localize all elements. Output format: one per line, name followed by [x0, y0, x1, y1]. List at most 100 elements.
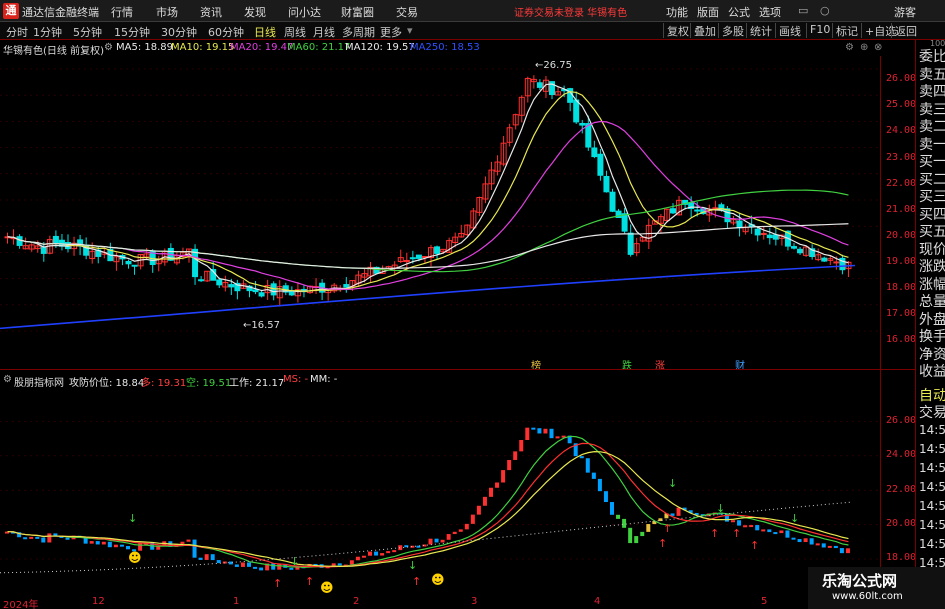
ma10-label: MA10: 19.15 — [171, 42, 235, 53]
stats-button[interactable]: 统计 — [746, 23, 772, 38]
settings-gear-icon[interactable]: ⚙ — [104, 42, 113, 53]
event-marker: 榜 — [531, 359, 541, 369]
indicator-bar — [210, 554, 215, 561]
y-tick: 26.00 — [886, 73, 917, 84]
indicator-bar — [737, 520, 742, 526]
menu-news[interactable]: 资讯 — [200, 4, 222, 20]
tick-time: 14:56 — [919, 442, 945, 456]
period-tab-1min[interactable]: 1分钟 — [33, 24, 62, 40]
menu-ask[interactable]: 问小达 — [288, 4, 321, 20]
candlestick-chart[interactable]: ←26.75 ←16.57 榜 跌 涨 财 — [0, 56, 880, 369]
menu-function[interactable]: 功能 — [666, 4, 688, 20]
indicator-bar — [126, 546, 130, 550]
indicator-bar — [591, 472, 596, 479]
adjust-button[interactable]: 复权 — [663, 23, 689, 38]
menu-market-list[interactable]: 市场 — [156, 4, 178, 20]
period-tab-weekly[interactable]: 周线 — [284, 24, 306, 40]
gear-icon[interactable]: ⚙ — [845, 42, 854, 53]
indicator-bar — [731, 520, 735, 523]
menu-formula[interactable]: 公式 — [728, 4, 750, 20]
multi-stock-button[interactable]: 多股 — [718, 23, 744, 38]
indicator-bar — [434, 538, 439, 543]
period-tab-multi[interactable]: 多周期 — [342, 24, 375, 40]
y-tick: 18.00 — [886, 282, 917, 293]
y-tick: 19.00 — [886, 256, 917, 267]
indicator-bar — [23, 537, 28, 540]
period-tab-60min[interactable]: 60分钟 — [208, 24, 244, 40]
indicator-bar — [428, 538, 433, 545]
indicator-gear-icon[interactable]: ⚙ — [3, 374, 12, 385]
back-button[interactable]: 返回 — [891, 23, 917, 38]
period-tab-daily[interactable]: 日线 — [254, 24, 276, 40]
draw-line-button[interactable]: 画线 — [775, 23, 801, 38]
sell-arrow: ↓ — [408, 559, 417, 572]
indicator-bar — [259, 567, 264, 571]
period-tab-more[interactable]: 更多 — [380, 24, 402, 40]
candle-body — [228, 284, 235, 288]
indicator-field-ms: MS: - — [283, 374, 309, 385]
period-tab-30min[interactable]: 30分钟 — [161, 24, 197, 40]
indicator-bar — [525, 427, 530, 441]
period-tab-5min[interactable]: 5分钟 — [73, 24, 102, 40]
menu-discover[interactable]: 发现 — [244, 4, 266, 20]
indicator-bar — [634, 536, 639, 544]
bell-icon[interactable]: ○ — [820, 4, 830, 17]
buy-arrow: ↑ — [663, 522, 672, 535]
indicator-bar — [785, 530, 790, 538]
minimize-icon[interactable]: ▭ — [798, 4, 808, 17]
candle-body — [573, 99, 580, 123]
indicator-bar — [192, 539, 197, 558]
candle-body — [409, 257, 416, 260]
ma20-label: MA20: 19.47 — [230, 42, 294, 53]
event-marker: 财 — [735, 359, 745, 369]
period-tab-intraday[interactable]: 分时 — [6, 24, 28, 40]
overlay-button[interactable]: 叠加 — [690, 23, 716, 38]
indicator-bar — [622, 518, 627, 528]
low-price-marker: ←16.57 — [243, 320, 280, 331]
candle-body — [343, 284, 350, 288]
date-tick: 5 — [761, 596, 768, 607]
menu-market[interactable]: 行情 — [111, 4, 133, 20]
menu-wealth[interactable]: 财富圈 — [341, 4, 374, 20]
indicator-bar — [29, 536, 34, 539]
indicator-chart[interactable]: ↓ ↓ ↓ ↓ ↓ ↓ ↑ ↑ ↑ ↑ ↑ ↑ ↑ ↑ ☻ ☻ ☻ — [0, 387, 880, 596]
indicator-field-mm: MM: - — [310, 374, 338, 385]
more-dropdown-icon[interactable]: ▾ — [407, 24, 413, 37]
menu-layout[interactable]: 版面 — [697, 4, 719, 20]
y-tick: 26.00 — [886, 415, 917, 426]
close-icon[interactable]: ⊗ — [874, 42, 882, 53]
indicator-bar — [138, 543, 143, 551]
period-tab-15min[interactable]: 15分钟 — [114, 24, 150, 40]
f10-button[interactable]: F10 — [806, 23, 830, 38]
guest-button[interactable]: 游客 — [894, 4, 916, 20]
indicator-bar — [640, 531, 645, 537]
indicator-bar — [815, 543, 820, 546]
menu-options[interactable]: 选项 — [759, 4, 781, 20]
candle-body — [131, 264, 138, 267]
login-alert[interactable]: 证券交易未登录 华锡有色 — [514, 4, 627, 19]
buy-arrow: ↑ — [305, 575, 314, 588]
quote-row-label: 收益 — [919, 364, 945, 380]
menu-trade[interactable]: 交易 — [396, 4, 418, 20]
indicator-bar — [585, 458, 590, 473]
buy-arrow: ↑ — [412, 575, 421, 588]
candle-body — [627, 232, 634, 255]
indicator-bar — [386, 551, 391, 554]
tick-time: 14:55 — [919, 423, 945, 437]
indicator-bar — [579, 456, 584, 459]
candle-body — [833, 261, 840, 264]
indicator-bar — [107, 541, 112, 548]
period-tab-monthly[interactable]: 月线 — [313, 24, 335, 40]
period-toolbar: 分时 1分钟 5分钟 15分钟 30分钟 60分钟 日线 周线 月线 多周期 更… — [0, 22, 945, 40]
buy-arrow: ↑ — [732, 527, 741, 540]
ma60-line — [7, 189, 849, 273]
panel-separator — [0, 369, 915, 370]
indicator-bar — [156, 546, 161, 550]
mark-button[interactable]: 标记 — [832, 23, 858, 38]
cross-icon[interactable]: ⊕ — [860, 42, 868, 53]
indicator-bar — [767, 529, 772, 533]
indicator-bar — [616, 514, 621, 519]
indicator-bar — [537, 428, 542, 434]
date-axis: 2024年 12 1 2 3 4 5 — [0, 596, 915, 609]
trade-label[interactable]: 交易 — [919, 402, 945, 422]
